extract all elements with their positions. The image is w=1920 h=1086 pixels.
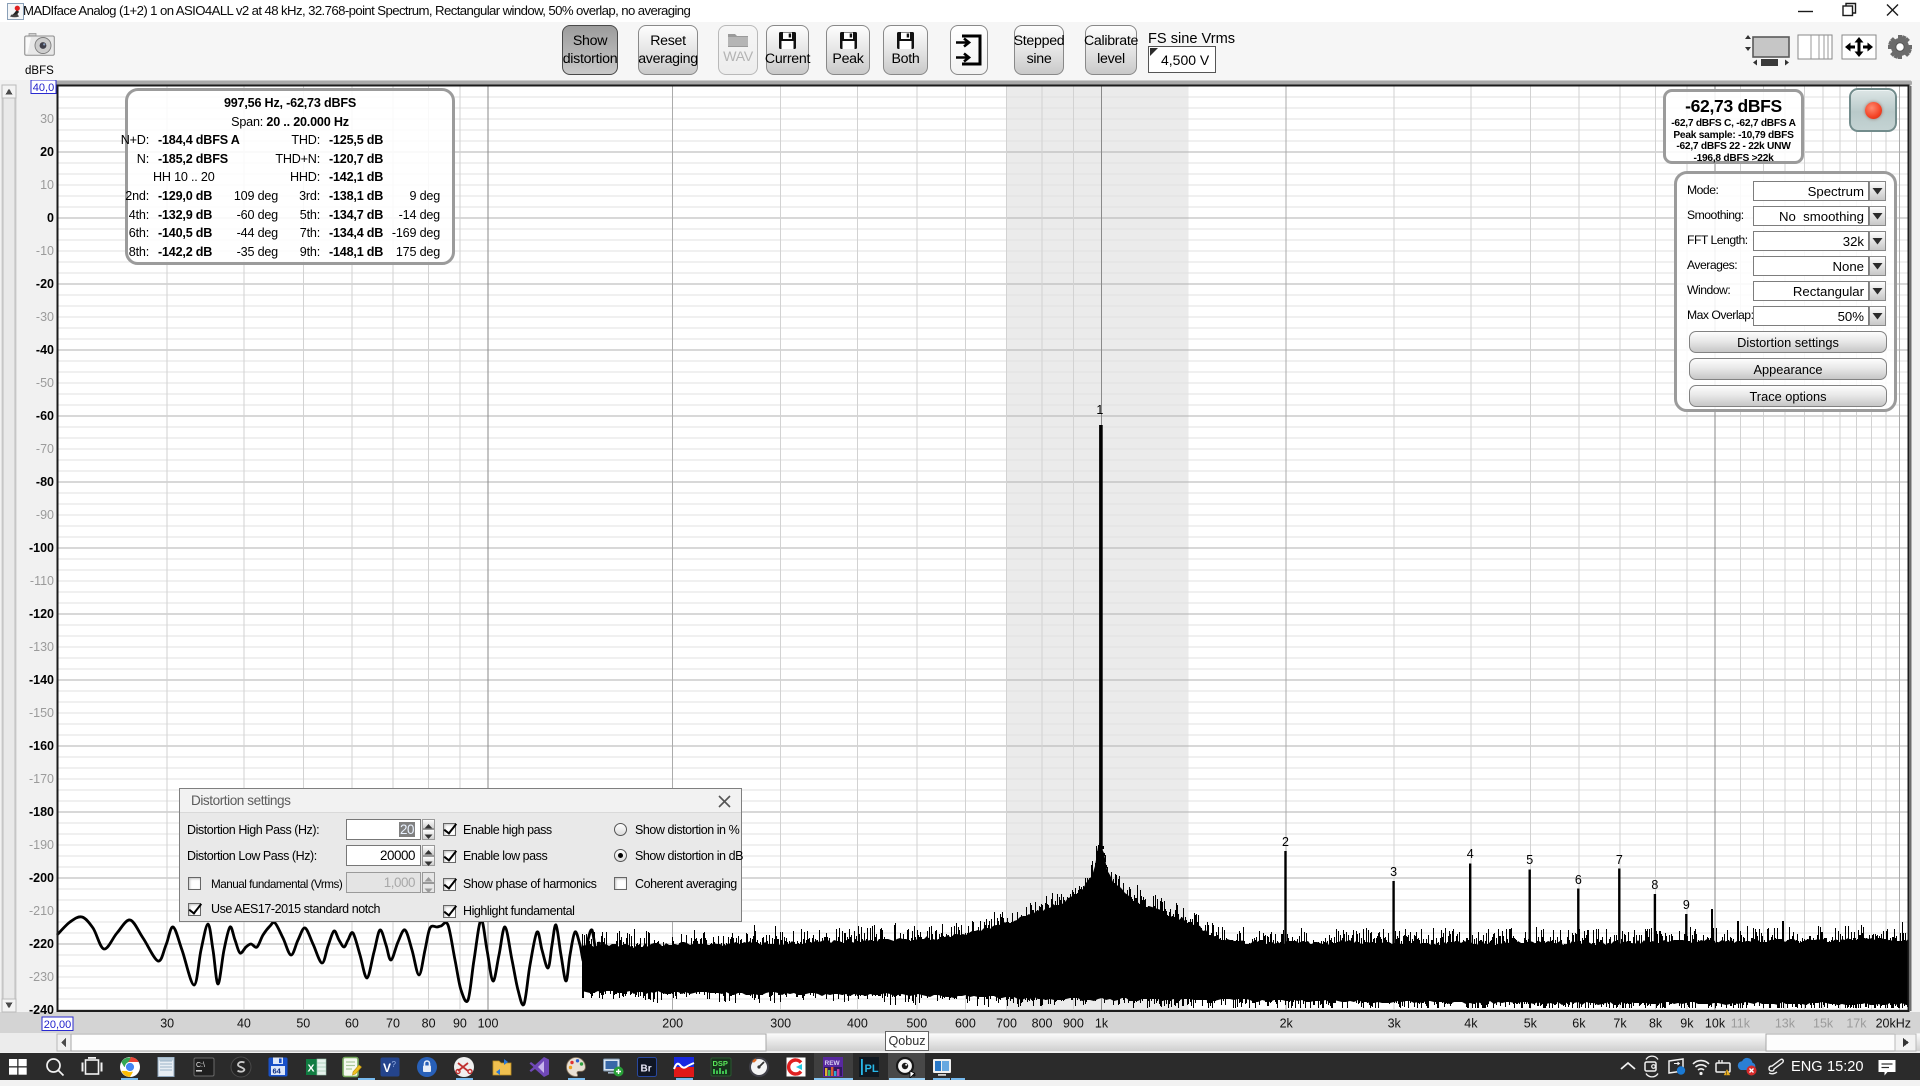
- svg-text:3: 3: [1390, 865, 1397, 879]
- svg-text:200: 200: [662, 1017, 683, 1031]
- svg-text:2: 2: [1282, 835, 1289, 849]
- svg-text:-190: -190: [29, 838, 54, 852]
- svg-text:400: 400: [847, 1017, 868, 1031]
- svg-text:6k: 6k: [1572, 1017, 1586, 1031]
- svg-text:-30: -30: [36, 310, 54, 324]
- svg-text:-220: -220: [29, 937, 54, 951]
- svg-text:1: 1: [1096, 403, 1103, 417]
- svg-text:-140: -140: [29, 673, 54, 687]
- svg-text:-150: -150: [29, 706, 54, 720]
- svg-text:20kHz: 20kHz: [1876, 1017, 1911, 1031]
- svg-text:15k: 15k: [1813, 1017, 1834, 1031]
- svg-text:-70: -70: [36, 442, 54, 456]
- svg-text:-200: -200: [29, 871, 54, 885]
- svg-text:-100: -100: [29, 541, 54, 555]
- svg-text:5k: 5k: [1524, 1017, 1538, 1031]
- svg-text:-130: -130: [29, 640, 54, 654]
- svg-text:-10: -10: [36, 244, 54, 258]
- svg-text:C:\: C:\: [196, 1062, 205, 1069]
- svg-text:-240: -240: [29, 1003, 54, 1017]
- svg-text:V: V: [383, 1061, 391, 1075]
- svg-text:8k: 8k: [1649, 1017, 1663, 1031]
- svg-text:DSP: DSP: [713, 1059, 728, 1068]
- svg-text:7: 7: [1616, 853, 1623, 867]
- svg-text:40,0: 40,0: [33, 82, 54, 94]
- svg-text:50: 50: [296, 1017, 310, 1031]
- svg-text:X: X: [308, 1062, 315, 1074]
- svg-text:-80: -80: [36, 475, 54, 489]
- svg-text:64: 64: [273, 1066, 282, 1075]
- svg-text:-230: -230: [29, 970, 54, 984]
- svg-text:900: 900: [1063, 1017, 1084, 1031]
- svg-text:?: ?: [392, 1060, 397, 1069]
- svg-text:9: 9: [1683, 898, 1690, 912]
- svg-text:13k: 13k: [1775, 1017, 1796, 1031]
- svg-text:60: 60: [345, 1017, 359, 1031]
- svg-text:2k: 2k: [1280, 1017, 1294, 1031]
- svg-text:PL: PL: [865, 1063, 879, 1075]
- svg-text:-40: -40: [36, 343, 54, 357]
- svg-text:30: 30: [40, 112, 54, 126]
- svg-text:600: 600: [955, 1017, 976, 1031]
- svg-text:-170: -170: [29, 772, 54, 786]
- svg-text:-160: -160: [29, 739, 54, 753]
- svg-text:10: 10: [40, 178, 54, 192]
- svg-text:20: 20: [40, 145, 54, 159]
- svg-text:300: 300: [770, 1017, 791, 1031]
- svg-text:-20: -20: [36, 277, 54, 291]
- svg-text:7k: 7k: [1613, 1017, 1627, 1031]
- svg-text:30: 30: [160, 1017, 174, 1031]
- svg-text:5: 5: [1526, 853, 1533, 867]
- svg-text:6: 6: [1575, 873, 1582, 887]
- svg-text:70: 70: [386, 1017, 400, 1031]
- svg-text:-50: -50: [36, 376, 54, 390]
- svg-text:8: 8: [1651, 878, 1658, 892]
- svg-text:3k: 3k: [1388, 1017, 1402, 1031]
- svg-text:700: 700: [996, 1017, 1017, 1031]
- svg-text:10k: 10k: [1705, 1017, 1726, 1031]
- svg-text:11k: 11k: [1731, 1017, 1751, 1031]
- svg-text:-110: -110: [30, 574, 54, 588]
- svg-text:-90: -90: [36, 508, 54, 522]
- svg-text:40: 40: [237, 1017, 251, 1031]
- svg-text:0: 0: [47, 211, 54, 225]
- svg-text:REW: REW: [825, 1060, 841, 1067]
- svg-text:-210: -210: [29, 904, 54, 918]
- svg-text:500: 500: [906, 1017, 927, 1031]
- svg-text:90: 90: [453, 1017, 467, 1031]
- svg-text:800: 800: [1032, 1017, 1053, 1031]
- svg-text:20,00: 20,00: [44, 1019, 72, 1031]
- svg-text:100: 100: [478, 1017, 499, 1031]
- svg-text:Br: Br: [641, 1063, 652, 1074]
- svg-text:80: 80: [422, 1017, 436, 1031]
- svg-text:4: 4: [1467, 847, 1474, 861]
- svg-text:-180: -180: [29, 805, 54, 819]
- svg-text:1k: 1k: [1095, 1017, 1109, 1031]
- svg-text:-120: -120: [29, 607, 54, 621]
- svg-text:-60: -60: [36, 409, 54, 423]
- svg-text:4k: 4k: [1464, 1017, 1478, 1031]
- svg-text:17k: 17k: [1846, 1017, 1867, 1031]
- svg-text:9k: 9k: [1680, 1017, 1694, 1031]
